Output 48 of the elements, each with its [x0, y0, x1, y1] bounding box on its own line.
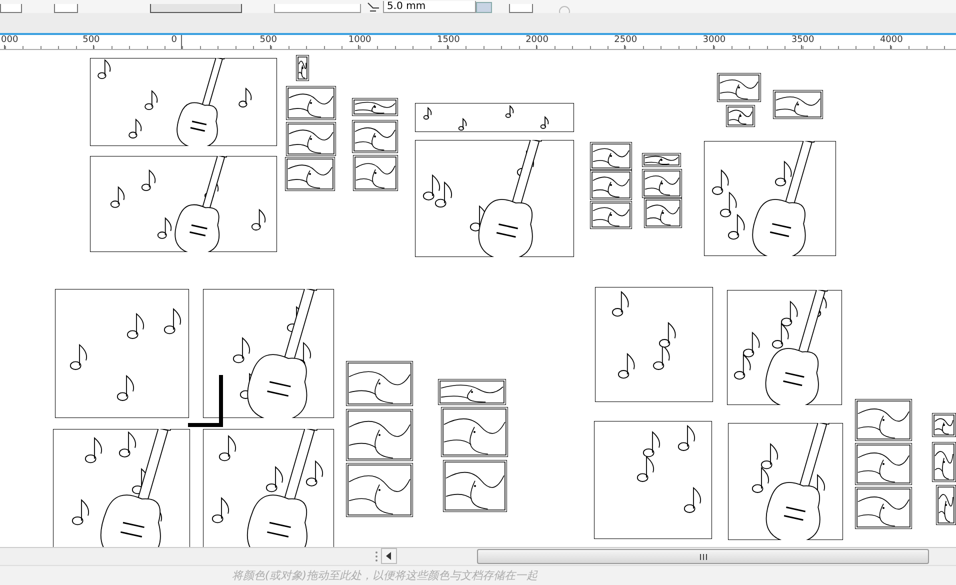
toolbar-button[interactable]	[509, 4, 533, 13]
ruler-label: 1500	[436, 35, 460, 45]
toolbar-button[interactable]	[54, 4, 78, 13]
puzzle-pieces-drawing	[726, 105, 755, 127]
puzzle-pieces-drawing	[286, 122, 336, 156]
puzzle-pieces-drawing	[590, 170, 632, 200]
puzzle-pieces-drawing	[855, 399, 912, 441]
toolbar-button[interactable]	[0, 4, 22, 13]
puzzle-pieces-drawing	[642, 153, 681, 167]
ruler-label: 1000	[348, 35, 372, 45]
puzzle-pieces-drawing	[855, 443, 912, 485]
puzzle-pieces-drawing	[590, 142, 632, 170]
puzzle-pieces-drawing	[590, 201, 632, 229]
puzzle-pieces-drawing	[346, 463, 413, 517]
ruler-label: 500	[82, 35, 100, 45]
ruler-label: 500	[260, 35, 277, 45]
input-field[interactable]	[274, 4, 361, 13]
ruler-label: 0	[171, 35, 177, 45]
ruler-label: 3500	[791, 35, 814, 45]
puzzle-pieces-drawing	[642, 169, 682, 198]
puzzle-pieces-drawing	[352, 98, 398, 116]
puzzle-pieces-drawing	[346, 409, 413, 461]
puzzle-pieces-drawing	[353, 155, 398, 191]
ruler-label: 000	[1, 35, 18, 45]
ruler-label: 3000	[702, 35, 726, 45]
scroll-left-button[interactable]	[381, 548, 397, 564]
offset-field[interactable]: 5.0 mm	[383, 1, 476, 13]
left-arrow-icon	[386, 552, 392, 560]
puzzle-pieces-drawing	[352, 120, 398, 153]
puzzle-pieces-drawing	[443, 460, 507, 512]
puzzle-pieces-drawing	[644, 198, 682, 228]
puzzle-pieces-drawing	[438, 379, 506, 405]
ruler-label: 2500	[614, 35, 638, 45]
grip-icon[interactable]	[375, 551, 378, 562]
puzzle-pieces-drawing	[296, 55, 309, 81]
puzzle-pieces-drawing	[346, 361, 413, 406]
ruler-label: 2000	[526, 35, 548, 45]
ruler-label: 4000	[880, 35, 903, 45]
puzzle-pieces-drawing	[773, 90, 823, 119]
offset-icon	[367, 2, 381, 12]
puzzle-pieces-drawing	[285, 157, 335, 191]
status-hint: 将颜色(或对象)拖动至此处，以便将这些颜色与文档存储在一起	[232, 568, 538, 583]
toolbar-button[interactable]	[150, 4, 242, 13]
corner-marker	[188, 375, 223, 427]
puzzle-pieces-drawing	[286, 86, 336, 120]
puzzle-pieces-drawing	[441, 407, 508, 457]
puzzle-pieces-drawing	[717, 73, 761, 102]
puzzle-pieces-drawing	[855, 487, 912, 529]
